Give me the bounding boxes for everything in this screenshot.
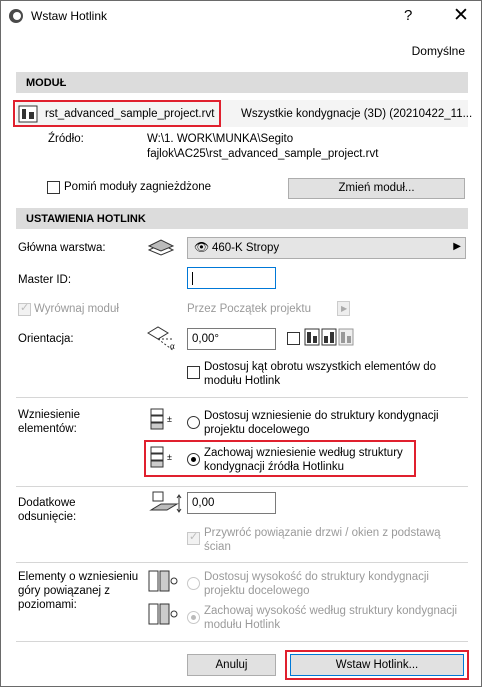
highlight-file-name bbox=[13, 100, 221, 127]
top-label-line3: poziomami: bbox=[18, 599, 77, 611]
top-height-adjust-icon bbox=[148, 570, 178, 592]
top-opt2-line1: Zachowaj wysokość według struktury kondy… bbox=[204, 605, 458, 617]
skip-nested-checkbox[interactable] bbox=[47, 181, 60, 194]
restore-links-line2: ścian bbox=[204, 541, 231, 553]
elevation-opt1-line1: Dostosuj wzniesienie do struktury kondyg… bbox=[204, 410, 439, 422]
window-title: Wstaw Hotlink bbox=[31, 9, 108, 23]
divider bbox=[16, 397, 468, 398]
top-height-keep-radio[interactable] bbox=[187, 611, 200, 624]
adjust-rotation-line1: Dostosuj kąt obrotu wszystkich elementów… bbox=[204, 361, 437, 373]
text-cursor bbox=[192, 272, 193, 285]
orientation-angle-icon: α bbox=[147, 326, 175, 352]
source-path-line2: fajlok\AC25\rst_advanced_sample_project.… bbox=[147, 148, 379, 160]
module-mirror-icon-3[interactable] bbox=[338, 328, 354, 346]
align-module-value: Przez Początek projektu bbox=[187, 303, 312, 315]
close-button[interactable]: ✕ bbox=[453, 4, 469, 27]
align-module-label: Wyrównaj moduł bbox=[34, 303, 119, 315]
restore-links-line1: Przywróć powiązanie drzwi / okien z pods… bbox=[204, 527, 441, 539]
source-path-line1: W:\1. WORK\MUNKA\Segito bbox=[147, 133, 294, 145]
eye-icon: 👁 bbox=[194, 240, 210, 254]
main-layer-value: 460-K Stropy bbox=[212, 242, 280, 254]
top-opt1-line1: Dostosuj wysokość do struktury kondygnac… bbox=[204, 571, 429, 583]
orientation-label: Orientacja: bbox=[18, 333, 74, 345]
default-settings-link[interactable]: Domyślne bbox=[412, 44, 465, 58]
svg-text:α: α bbox=[170, 341, 175, 351]
offset-input[interactable]: 0,00 bbox=[187, 492, 276, 514]
offset-label-line1: Dodatkowe bbox=[18, 497, 76, 509]
change-module-button[interactable]: Zmień moduł... bbox=[288, 178, 465, 199]
cancel-button[interactable]: Anuluj bbox=[187, 654, 276, 676]
align-module-checkbox[interactable] bbox=[18, 301, 31, 316]
elevation-label-line2: elementów: bbox=[18, 423, 77, 435]
align-module-arrow-icon[interactable]: ▶ bbox=[337, 301, 350, 316]
elevation-adjust-radio[interactable] bbox=[187, 416, 200, 429]
title-bar: Wstaw Hotlink ? ✕ bbox=[1, 1, 481, 31]
top-opt1-line2: projektu docelowego bbox=[204, 585, 310, 597]
restore-links-checkbox[interactable] bbox=[187, 530, 200, 545]
svg-text:±: ± bbox=[167, 414, 172, 424]
top-label-line2: góry powiązanej z bbox=[18, 585, 111, 597]
layers-icon bbox=[147, 239, 175, 256]
highlight-elevation-keep bbox=[144, 440, 416, 477]
offset-label-line2: odsunięcie: bbox=[18, 511, 77, 523]
master-id-input[interactable] bbox=[187, 267, 276, 289]
offset-icon bbox=[149, 491, 182, 513]
top-height-keep-icon bbox=[148, 603, 178, 625]
adjust-rotation-line2: modułu Hotlink bbox=[204, 375, 281, 387]
module-story-info: Wszystkie kondygnacje (3D) (20210422_11.… bbox=[241, 108, 473, 120]
top-label-line1: Elementy o wzniesieniu bbox=[18, 571, 139, 583]
adjust-rotation-checkbox[interactable] bbox=[187, 366, 200, 379]
archicad-logo-icon bbox=[9, 9, 23, 23]
divider bbox=[16, 486, 468, 487]
elevation-opt1-line2: projektu docelowego bbox=[204, 424, 310, 436]
main-layer-label: Główna warstwa: bbox=[18, 242, 106, 254]
top-height-adjust-radio[interactable] bbox=[187, 577, 200, 590]
skip-nested-label: Pomiń moduły zagnieżdżone bbox=[64, 181, 212, 193]
source-label: Źródło: bbox=[48, 133, 84, 145]
top-opt2-line2: modułu Hotlink bbox=[204, 619, 281, 631]
master-id-label: Master ID: bbox=[18, 274, 72, 286]
dropdown-arrow-icon: ▶ bbox=[453, 241, 461, 252]
settings-section-header: USTAWIENIA HOTLINK bbox=[16, 208, 468, 229]
elevation-label-line1: Wzniesienie bbox=[18, 409, 80, 421]
dialog-window: Wstaw Hotlink ? ✕ Domyślne MODUŁ rst_adv… bbox=[0, 0, 482, 687]
module-mirror-icon-2[interactable] bbox=[321, 328, 337, 346]
help-button[interactable]: ? bbox=[404, 7, 412, 24]
divider bbox=[16, 641, 468, 642]
divider bbox=[16, 562, 468, 563]
elevation-adjust-icon: ± bbox=[150, 408, 172, 430]
highlight-insert-button bbox=[285, 650, 469, 680]
module-mirror-icon-1[interactable] bbox=[304, 328, 320, 346]
module-section-header: MODUŁ bbox=[16, 72, 468, 93]
main-layer-dropdown[interactable]: 👁 460-K Stropy ▶ bbox=[187, 237, 466, 259]
orientation-option-checkbox[interactable] bbox=[287, 332, 300, 345]
orientation-input[interactable]: 0,00° bbox=[187, 328, 276, 350]
